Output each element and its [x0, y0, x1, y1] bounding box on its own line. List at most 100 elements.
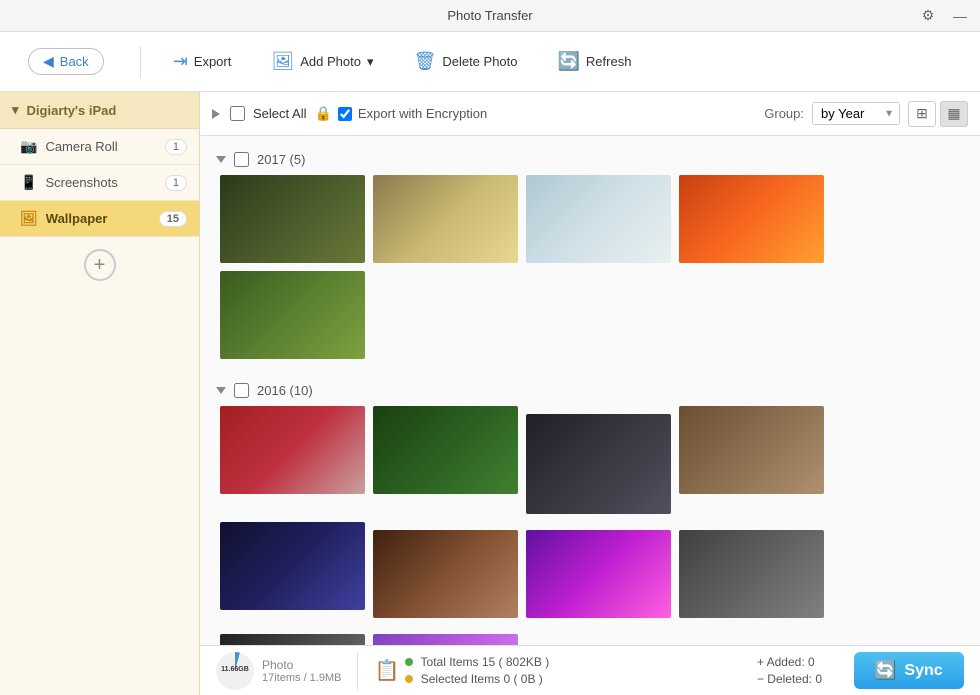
main-layout: ▾ Digiarty's iPad 📷 Camera Roll 1 📱 Scre… — [0, 92, 980, 695]
group-label: Group: — [764, 106, 804, 121]
photo-squirrel[interactable] — [220, 175, 365, 263]
total-items-label: Total Items 15 ( 802KB ) — [421, 655, 550, 669]
sub-toolbar-left: Select All 🔒 Export with Encryption — [212, 105, 748, 122]
group-select-wrap: by Year by Month by Day — [812, 102, 900, 125]
back-icon: ◀ — [43, 53, 54, 70]
status-info-section: 📋 Total Items 15 ( 802KB ) Selected Item… — [374, 655, 549, 686]
photo-door[interactable] — [679, 530, 824, 618]
photo-car[interactable] — [220, 406, 365, 494]
add-photo-button[interactable]: 🖼 Add Photo ▾ — [263, 47, 381, 76]
sidebar: ▾ Digiarty's iPad 📷 Camera Roll 1 📱 Scre… — [0, 92, 200, 695]
sidebar-device: ▾ Digiarty's iPad — [0, 92, 199, 129]
sync-icon: 🔄 — [874, 660, 896, 681]
deleted-row: − Deleted: 0 — [757, 672, 822, 686]
photo-cat[interactable] — [526, 175, 671, 263]
photo-watercolor[interactable] — [373, 634, 518, 645]
minimize-button[interactable]: — — [948, 4, 972, 28]
camera-roll-count: 1 — [165, 139, 187, 155]
sub-toolbar-right: Group: by Year by Month by Day ⊞ ▦ — [764, 101, 968, 127]
sync-label: Sync — [904, 662, 942, 680]
photo-zebra[interactable] — [373, 175, 518, 263]
refresh-icon: 🔄 — [558, 51, 580, 72]
delete-photo-button[interactable]: 🗑 Delete Photo — [405, 47, 525, 76]
back-button[interactable]: ◀ Back — [28, 48, 104, 75]
year-header-2016[interactable]: 2016 (10) — [216, 375, 964, 406]
status-info: Total Items 15 ( 802KB ) Selected Items … — [405, 655, 549, 686]
sync-button[interactable]: 🔄 Sync — [854, 652, 964, 689]
toolbar-separator-1 — [140, 46, 141, 78]
photo-street[interactable] — [526, 414, 671, 514]
year-section-2016: 2016 (10) — [216, 375, 964, 645]
photo-bw-city[interactable] — [220, 634, 365, 645]
sidebar-item-wallpaper[interactable]: 🖼 Wallpaper 15 — [0, 201, 199, 237]
add-photo-dropdown-icon: ▾ — [367, 54, 374, 70]
photo-grid-2017 — [216, 175, 964, 359]
year-label-2017: 2017 (5) — [257, 152, 305, 167]
wallpaper-count: 15 — [159, 211, 187, 227]
title-bar: Photo Transfer ⚙ — — [0, 0, 980, 32]
lock-icon: 🔒 — [314, 105, 331, 122]
sidebar-device-label: Digiarty's iPad — [27, 103, 117, 118]
photo-trees[interactable] — [526, 530, 671, 618]
add-album-button[interactable]: + — [84, 249, 116, 281]
encrypt-checkbox[interactable] — [338, 107, 352, 121]
year-checkbox-2016[interactable] — [234, 383, 249, 398]
photo-squirrel2[interactable] — [220, 271, 365, 359]
collapse-2017-icon — [216, 156, 226, 163]
right-panel: Select All 🔒 Export with Encryption Grou… — [200, 92, 980, 695]
sidebar-item-screenshots[interactable]: 📱 Screenshots 1 — [0, 165, 199, 201]
export-button[interactable]: ⇥ Export — [165, 47, 240, 76]
plus-icon: + — [757, 655, 764, 669]
storage-items: 17items / 1.9MB — [262, 672, 341, 684]
wallpaper-icon: 🖼 — [20, 210, 38, 227]
sidebar-device-icon: ▾ — [12, 102, 19, 118]
sub-toolbar: Select All 🔒 Export with Encryption Grou… — [200, 92, 980, 136]
export-label: Export — [194, 54, 232, 69]
app-title: Photo Transfer — [447, 8, 532, 23]
photo-room[interactable] — [679, 406, 824, 494]
sidebar-item-camera-roll[interactable]: 📷 Camera Roll 1 — [0, 129, 199, 165]
year-checkbox-2017[interactable] — [234, 152, 249, 167]
photo-galaxy[interactable] — [220, 522, 365, 610]
selected-items-dot — [405, 675, 413, 683]
screenshots-label: Screenshots — [45, 175, 156, 190]
storage-gb: 11.66GB — [221, 666, 249, 673]
select-all-checkbox[interactable] — [230, 106, 245, 121]
view-small-grid-button[interactable]: ▦ — [940, 101, 968, 127]
settings-button[interactable]: ⚙ — [916, 4, 940, 28]
camera-roll-icon: 📷 — [20, 138, 37, 155]
window-controls: ⚙ — — [916, 4, 972, 28]
selected-items-label: Selected Items 0 ( 0B ) — [421, 672, 543, 686]
status-info-icon: 📋 — [374, 658, 399, 683]
view-large-grid-button[interactable]: ⊞ — [908, 101, 936, 127]
photo-river[interactable] — [373, 530, 518, 618]
total-items-row: Total Items 15 ( 802KB ) — [405, 655, 549, 669]
group-select[interactable]: by Year by Month by Day — [812, 102, 900, 125]
status-bar: 11.66GB Photo 17items / 1.9MB 📋 Total It… — [200, 645, 980, 695]
refresh-button[interactable]: 🔄 Refresh — [550, 47, 640, 76]
screenshots-count: 1 — [165, 175, 187, 191]
photo-tunnel[interactable] — [373, 406, 518, 494]
add-photo-label: Add Photo — [300, 54, 361, 69]
camera-roll-label: Camera Roll — [45, 139, 156, 154]
screenshots-icon: 📱 — [20, 174, 37, 191]
year-header-2017[interactable]: 2017 (5) — [216, 144, 964, 175]
select-all-label[interactable]: Select All — [253, 106, 306, 121]
year-section-2017: 2017 (5) — [216, 144, 964, 359]
encrypt-label[interactable]: Export with Encryption — [358, 106, 487, 121]
expand-icon — [212, 109, 220, 119]
added-label: Added: 0 — [767, 655, 815, 669]
gallery-scroll[interactable]: 2017 (5) 2016 (10) — [200, 136, 980, 645]
photo-sunset[interactable] — [679, 175, 824, 263]
year-label-2016: 2016 (10) — [257, 383, 313, 398]
storage-inner: 11.66GB — [221, 666, 249, 674]
photo-grid-2016 — [216, 406, 964, 645]
delete-photo-icon: 🗑 — [413, 51, 436, 72]
encrypt-section: 🔒 Export with Encryption — [314, 105, 487, 122]
storage-circle: 11.66GB — [216, 652, 254, 690]
delete-photo-label: Delete Photo — [442, 54, 517, 69]
content-area: ◀ Back ⇥ Export 🖼 Add Photo ▾ 🗑 Delete P… — [0, 32, 980, 695]
add-photo-icon: 🖼 — [271, 51, 294, 72]
collapse-2016-icon — [216, 387, 226, 394]
toolbar: ◀ Back ⇥ Export 🖼 Add Photo ▾ 🗑 Delete P… — [0, 32, 980, 92]
